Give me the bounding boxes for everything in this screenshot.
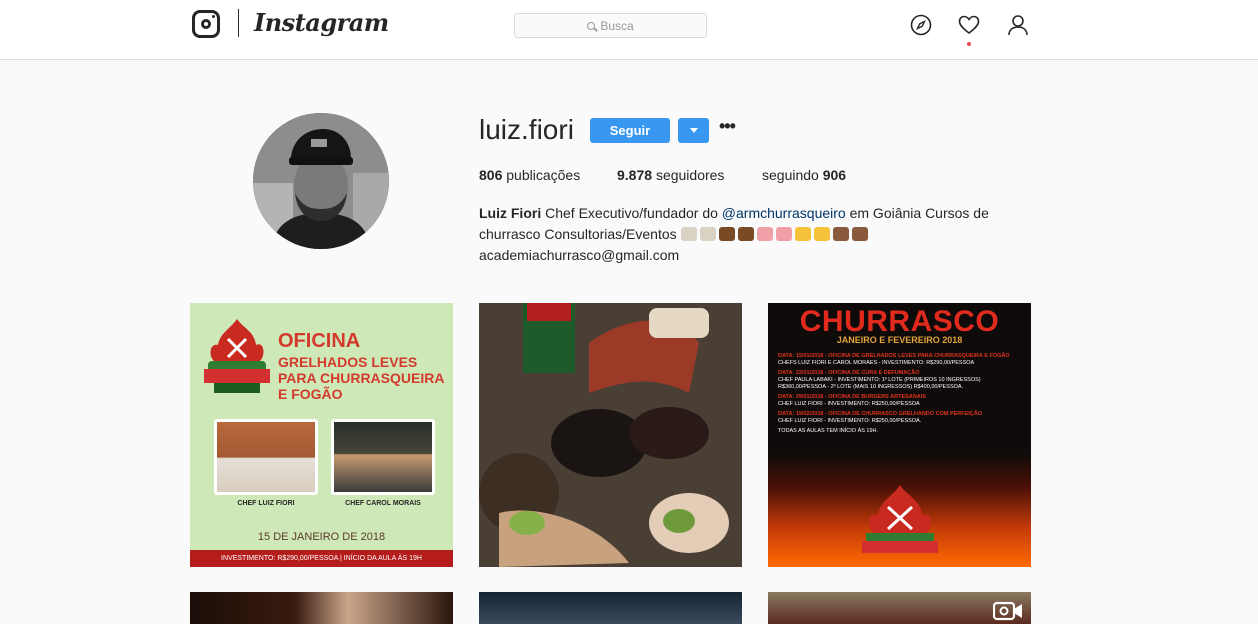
notification-dot (967, 42, 971, 46)
schedule-note: TODAS AS AULAS TEM INÍCIO ÀS 19H. (778, 428, 879, 434)
chef-caption: CHEF LUIZ FIORI (237, 500, 295, 507)
post3-subtitle: JANEIRO E FEVEREIRO 2018 (836, 335, 963, 345)
following-count: 906 (822, 167, 847, 183)
profile-bio: Luiz Fiori Chef Executivo/fundador do @a… (479, 203, 1009, 266)
boar-emoji-icon (851, 227, 868, 241)
search-input[interactable]: Busca (514, 13, 707, 38)
pig-emoji-icon (756, 227, 773, 241)
schedule-item-body: CHEF LUIZ FIORI - INVESTIMENTO: R$250,00… (778, 418, 922, 424)
ox-emoji-icon (718, 227, 735, 241)
chick-emoji-icon (813, 227, 830, 241)
schedule-item-body: CHEFS LUIZ FIORI E CAROL MORAES - INVEST… (778, 360, 975, 366)
schedule-item-head: DATA: 29/01/2018 - OFICINA DE BURGERS AR… (778, 394, 926, 400)
posts-count: 806 (479, 167, 503, 183)
post1-subtitle: Grelhados leves para churrasqueira e fog… (278, 354, 444, 402)
top-navigation-bar: Instagram Busca (0, 0, 1258, 60)
post-thumbnail[interactable] (190, 592, 453, 624)
boar-emoji-icon (832, 227, 849, 241)
followers-label: seguidores (655, 167, 725, 183)
profile-full-name: Luiz Fiori (479, 205, 542, 221)
activity-heart-icon[interactable] (957, 13, 981, 37)
post-thumbnail[interactable]: CHURRASCO JANEIRO E FEVEREIRO 2018 DATA:… (768, 303, 1031, 567)
profile-icon[interactable] (1006, 13, 1030, 37)
instagram-wordmark[interactable]: Instagram (254, 8, 389, 37)
ox-emoji-icon (737, 227, 754, 241)
schedule-item-head: DATA: 15/01/2018 - OFICINA DE GRELHADOS … (778, 353, 1010, 359)
profile-username: luiz.fiori (479, 114, 574, 145)
explore-icon[interactable] (909, 13, 933, 37)
instagram-camera-icon[interactable] (192, 10, 220, 38)
barbecue-food-photo (479, 303, 742, 567)
chevron-down-icon (689, 128, 698, 133)
chef-photo (214, 419, 318, 495)
followers-count: 9.878 (617, 167, 653, 183)
following-stat[interactable]: seguindo 906 (762, 167, 846, 183)
chef-caption: CHEF CAROL MORAIS (345, 500, 421, 507)
search-icon (587, 21, 596, 30)
post1-date: 15 DE JANEIRO DE 2018 (257, 531, 386, 543)
post-thumbnail[interactable] (768, 592, 1031, 624)
bio-mention-link[interactable]: @armchurrasqueiro (722, 205, 846, 221)
post-thumbnail[interactable] (479, 592, 742, 624)
academia-churrasco-logo (204, 319, 270, 393)
logo-divider (238, 9, 239, 37)
schedule-item: DATA: 29/01/2018 - OFICINA DE BURGERS AR… (778, 394, 1028, 408)
following-label: seguindo (762, 167, 819, 183)
schedule-item: DATA: 15/01/2018 - OFICINA DE GRELHADOS … (778, 353, 1028, 367)
post-thumbnail[interactable] (479, 303, 742, 567)
posts-stat: 806 publicações (479, 167, 580, 183)
goat-emoji-icon (699, 227, 716, 241)
bio-email: academiachurrasco@gmail.com (479, 247, 680, 263)
schedule-item: DATA: 22/01/2018 - OFICINA DE CURA E DEF… (778, 370, 1028, 391)
bio-text-before: Chef Executivo/fundador do (545, 205, 718, 221)
posts-label: publicações (506, 167, 581, 183)
post-thumbnail[interactable]: OFICINA Grelhados leves para churrasquei… (190, 303, 453, 567)
schedule-item-body: CHEF PAULA LABAKI - INVESTIMENTO: 1º LOT… (778, 377, 981, 390)
followers-stat[interactable]: 9.878 seguidores (617, 167, 724, 183)
post1-footer: INVESTIMENTO: R$290,00/PESSOA | INÍCIO D… (190, 550, 453, 567)
bio-emoji-row (680, 226, 871, 242)
post1-title: OFICINA (278, 330, 361, 352)
schedule-item-body: CHEF LUIZ FIORI - INVESTIMENTO: R$250,00… (778, 401, 920, 407)
post3-schedule-list: DATA: 15/01/2018 - OFICINA DE GRELHADOS … (778, 353, 1028, 435)
video-camera-icon (993, 601, 1022, 621)
academia-churrasco-logo (862, 485, 938, 553)
schedule-item-head: DATA: 19/02/2018 - OFICINA DE CHURRASCO … (778, 411, 983, 417)
chef-photo (331, 419, 435, 495)
follow-button[interactable]: Seguir (590, 118, 670, 143)
profile-avatar[interactable] (253, 113, 389, 249)
schedule-item: DATA: 19/02/2018 - OFICINA DE CHURRASCO … (778, 411, 1028, 425)
pig-emoji-icon (775, 227, 792, 241)
chick-emoji-icon (794, 227, 811, 241)
search-placeholder: Busca (600, 18, 634, 33)
schedule-item-head: DATA: 22/01/2018 - OFICINA DE CURA E DEF… (778, 370, 920, 376)
more-options-button[interactable]: ••• (719, 117, 736, 139)
post3-title: CHURRASCO (799, 305, 1000, 338)
goat-emoji-icon (680, 227, 697, 241)
suggested-accounts-dropdown-button[interactable] (678, 118, 709, 143)
